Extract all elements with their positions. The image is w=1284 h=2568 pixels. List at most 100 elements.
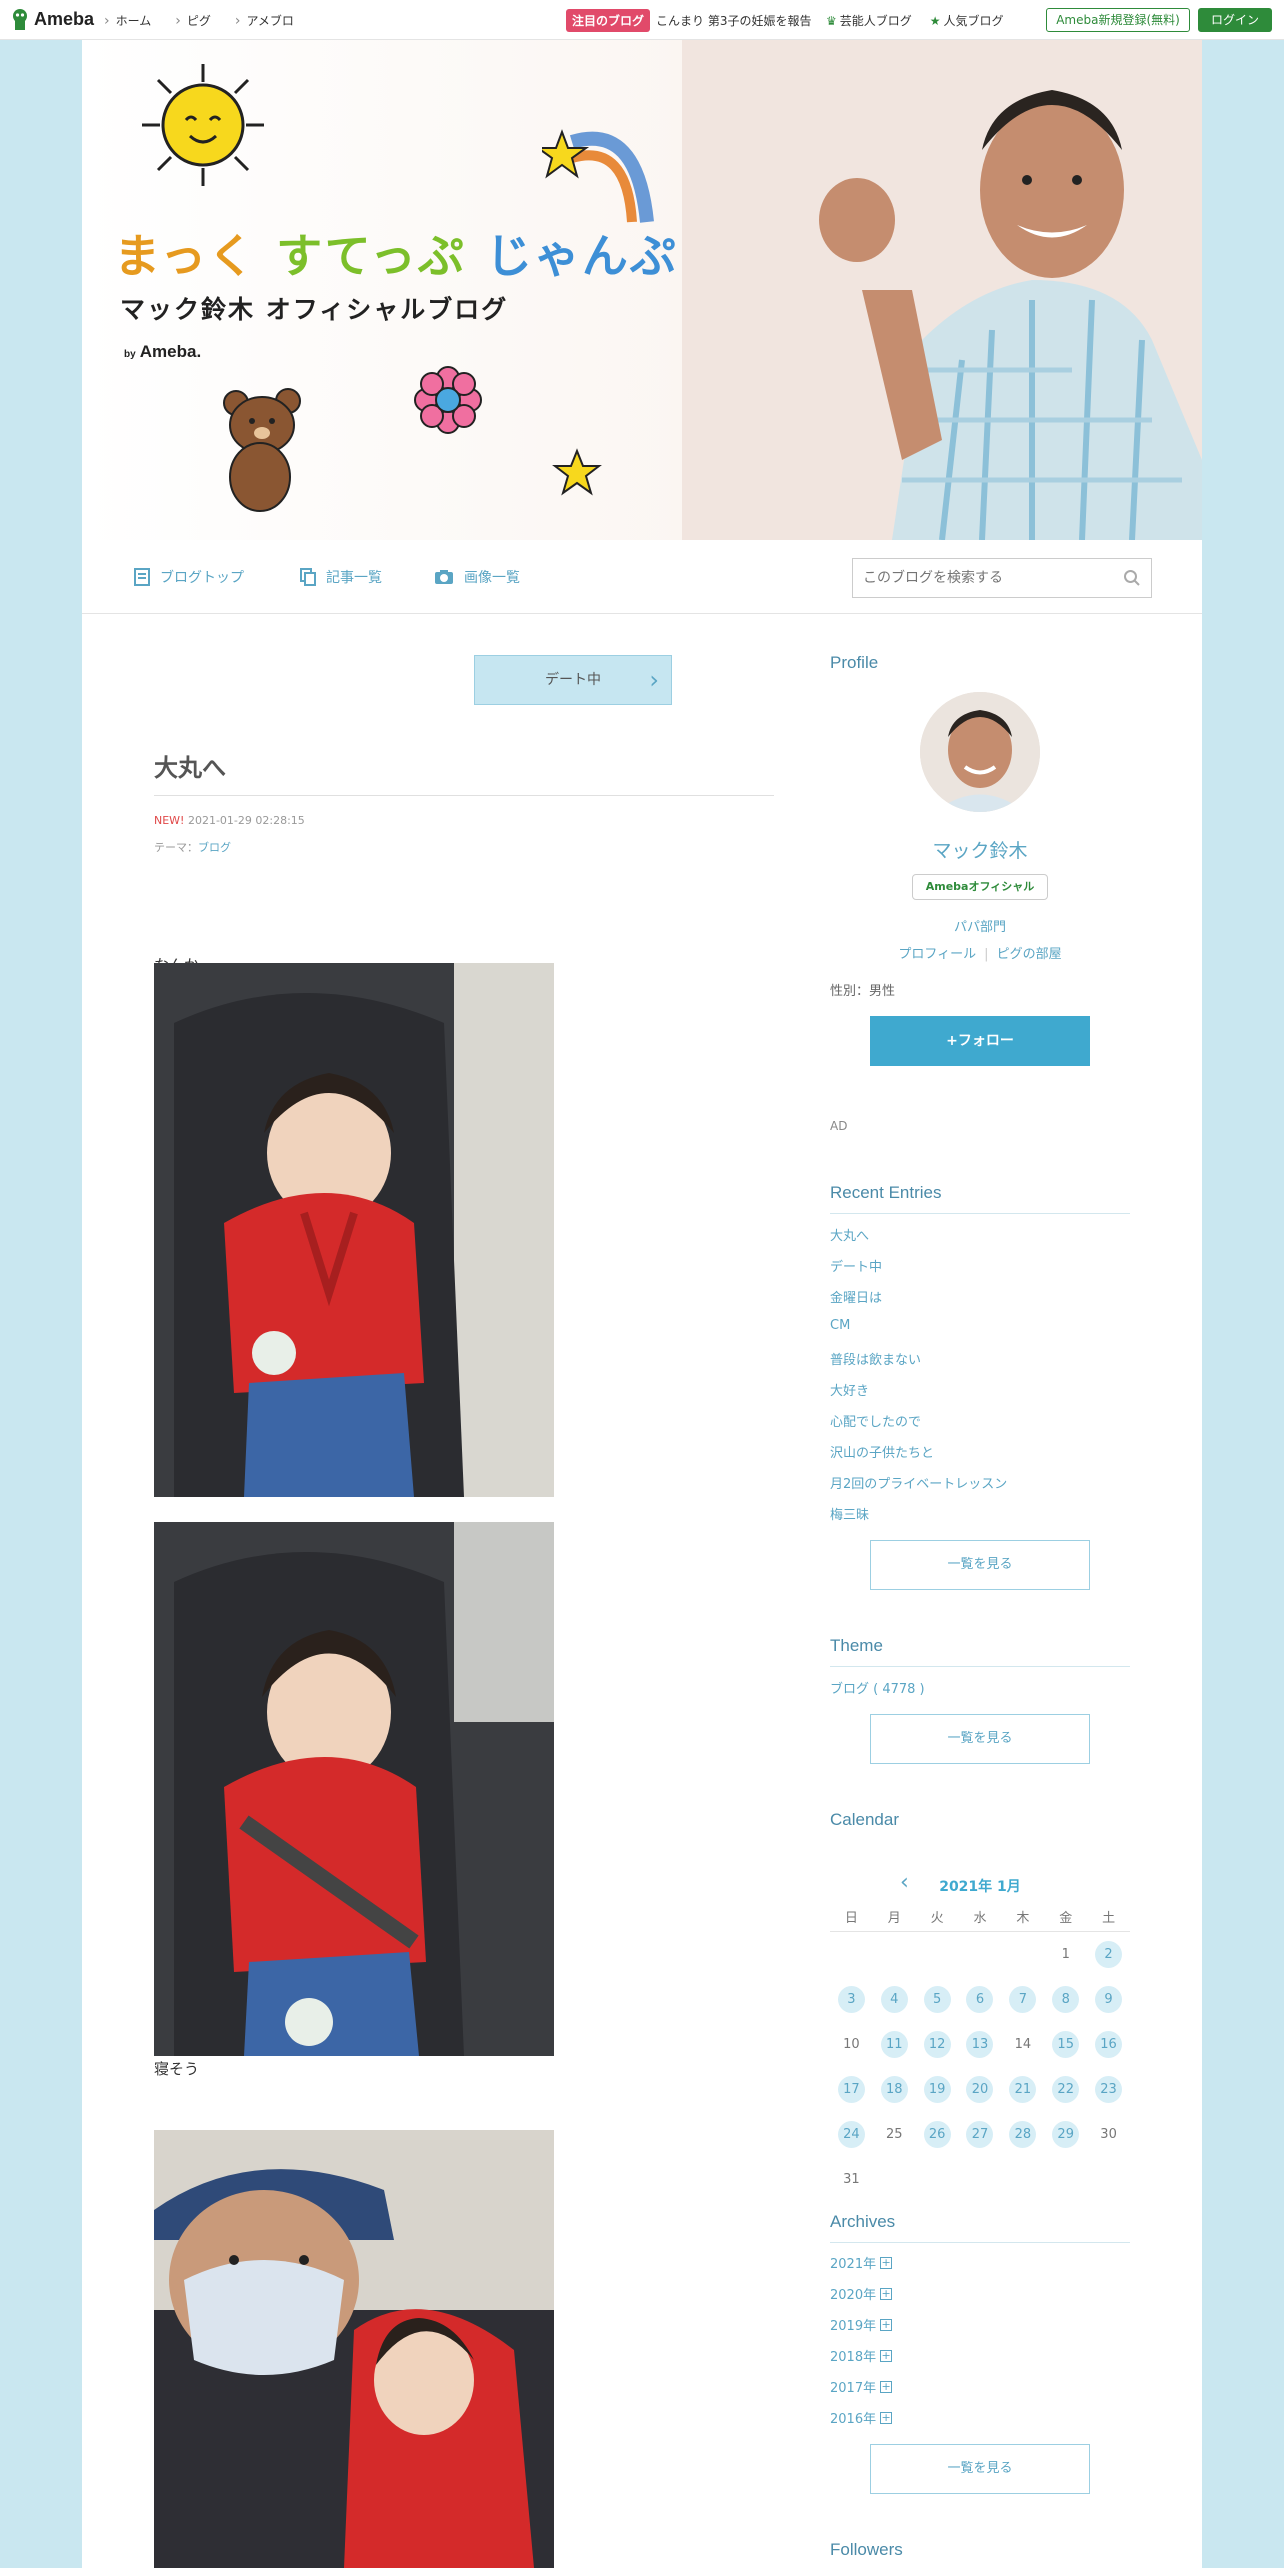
calendar-day-link[interactable]: 6 [966, 1986, 994, 2013]
calendar-day-link[interactable]: 28 [1009, 2121, 1037, 2148]
expand-icon[interactable]: + [880, 2256, 893, 2269]
calendar-day-link[interactable]: 2 [1095, 1941, 1123, 1968]
calendar-day-link[interactable]: 7 [1009, 1986, 1037, 2013]
calendar-day[interactable]: 17 [830, 2076, 873, 2103]
pigg-room-link[interactable]: ピグの部屋 [997, 947, 1062, 962]
nav-pigg[interactable]: ピグ [175, 12, 211, 29]
recent-entry-item[interactable]: 梅三昧 [830, 1504, 1007, 1535]
login-button[interactable]: ログイン [1198, 8, 1272, 32]
calendar-day-link[interactable]: 18 [880, 2076, 908, 2103]
calendar-day-link[interactable]: 13 [966, 2031, 994, 2058]
calendar-day[interactable]: 13 [959, 2031, 1002, 2058]
calendar-day[interactable]: 7 [1001, 1986, 1044, 2013]
expand-icon[interactable]: + [880, 2411, 893, 2424]
calendar-day-link[interactable]: 26 [923, 2121, 951, 2148]
calendar-day-link[interactable]: 21 [1009, 2076, 1037, 2103]
recent-entry-item[interactable]: 月2回のプライベートレッスン [830, 1473, 1007, 1504]
archive-year[interactable]: 2018年 + [830, 2340, 893, 2371]
calendar-day-link[interactable]: 11 [880, 2031, 908, 2058]
calendar-day-link[interactable]: 22 [1052, 2076, 1080, 2103]
featured-link[interactable]: こんまり 第3子の妊娠を報告 [656, 12, 811, 29]
calendar-day[interactable]: 19 [916, 2076, 959, 2103]
calendar-day-link[interactable]: 20 [966, 2076, 994, 2103]
entry-photo-1[interactable] [154, 963, 554, 1497]
recent-entry-item[interactable]: 大好き [830, 1380, 1007, 1411]
calendar-day[interactable]: 15 [1044, 2031, 1087, 2058]
calendar-day[interactable]: 23 [1087, 2076, 1130, 2103]
recent-entry-item[interactable]: 大丸へ [830, 1225, 1007, 1256]
calendar-day[interactable]: 3 [830, 1986, 873, 2013]
calendar-day-link[interactable]: 17 [837, 2076, 865, 2103]
expand-icon[interactable]: + [880, 2287, 893, 2300]
profile-link[interactable]: プロフィール [898, 947, 976, 962]
calendar-day-link[interactable]: 3 [837, 1986, 865, 2013]
nav-ameblo[interactable]: アメブロ [235, 12, 293, 29]
archive-year[interactable]: 2016年 + [830, 2402, 893, 2433]
calendar-day-link[interactable]: 15 [1052, 2031, 1080, 2058]
expand-icon[interactable]: + [880, 2318, 893, 2331]
calendar-day[interactable]: 12 [916, 2031, 959, 2058]
entry-title[interactable]: 大丸へ [154, 748, 226, 783]
calendar-day-link[interactable]: 16 [1095, 2031, 1123, 2058]
blog-search-input[interactable] [853, 559, 1093, 597]
recent-entry-item[interactable]: 心配でしたので [830, 1411, 1007, 1442]
archive-year[interactable]: 2019年 + [830, 2309, 893, 2340]
calendar-day-link[interactable]: 29 [1052, 2121, 1080, 2148]
blog-header-banner[interactable]: まっく すてっぷ じゃんぷ マック鈴木 オフィシャルブログ by Ameba. [82, 40, 1202, 540]
profile-avatar[interactable] [920, 692, 1040, 812]
calendar-day[interactable]: 6 [959, 1986, 1002, 2013]
calendar-day[interactable]: 29 [1044, 2121, 1087, 2148]
calendar-day[interactable]: 5 [916, 1986, 959, 2013]
archive-year[interactable]: 2017年 + [830, 2371, 893, 2402]
expand-icon[interactable]: + [880, 2349, 893, 2362]
prev-entry-button[interactable]: デート中 › [474, 655, 672, 705]
recent-more-button[interactable]: 一覧を見る [870, 1540, 1090, 1590]
profile-name[interactable]: マック鈴木 [830, 836, 1130, 863]
ameba-logo[interactable]: Ameba [10, 7, 94, 31]
calendar-day[interactable]: 2 [1087, 1941, 1130, 1968]
calendar-day[interactable]: 18 [873, 2076, 916, 2103]
archives-more-button[interactable]: 一覧を見る [870, 2444, 1090, 2494]
featured-blog[interactable]: 注目のブログ こんまり 第3子の妊娠を報告 [566, 9, 811, 32]
popular-blog-link[interactable]: ★ 人気ブログ [930, 12, 1004, 29]
calendar-day-link[interactable]: 9 [1095, 1986, 1123, 2013]
recent-entry-item[interactable]: 普段は飲まない [830, 1349, 1007, 1380]
calendar-day-link[interactable]: 5 [923, 1986, 951, 2013]
recent-entry-item[interactable]: デート中 [830, 1256, 1007, 1287]
follow-button[interactable]: +フォロー [870, 1016, 1090, 1066]
calendar-day[interactable]: 21 [1001, 2076, 1044, 2103]
calendar-day[interactable]: 4 [873, 1986, 916, 2013]
calendar-day[interactable]: 26 [916, 2121, 959, 2148]
archive-year[interactable]: 2020年 + [830, 2278, 893, 2309]
calendar-day[interactable]: 24 [830, 2121, 873, 2148]
calendar-day[interactable]: 16 [1087, 2031, 1130, 2058]
calendar-day[interactable]: 8 [1044, 1986, 1087, 2013]
recent-entry-item[interactable]: CM [830, 1318, 1007, 1349]
register-button[interactable]: Ameba新規登録(無料) [1046, 8, 1190, 32]
nav-entry-list[interactable]: 記事一覧 [300, 567, 382, 587]
entry-photo-3[interactable] [154, 2130, 554, 2568]
calendar-day-link[interactable]: 23 [1095, 2076, 1123, 2103]
calendar-day[interactable]: 9 [1087, 1986, 1130, 2013]
calendar-day[interactable]: 11 [873, 2031, 916, 2058]
nav-home[interactable]: ホーム [104, 12, 152, 29]
calendar-day-link[interactable]: 4 [880, 1986, 908, 2013]
calendar-day-link[interactable]: 12 [923, 2031, 951, 2058]
archive-year[interactable]: 2021年 + [830, 2247, 893, 2278]
calendar-day-link[interactable]: 24 [837, 2121, 865, 2148]
calendar-day[interactable]: 28 [1001, 2121, 1044, 2148]
theme-item[interactable]: ブログ ( 4778 ) [830, 1678, 925, 1697]
recent-entry-item[interactable]: 沢山の子供たちと [830, 1442, 1007, 1473]
celeb-blog-link[interactable]: ♛ 芸能人ブログ [826, 12, 912, 29]
calendar-day-link[interactable]: 8 [1052, 1986, 1080, 2013]
calendar-day-link[interactable]: 27 [966, 2121, 994, 2148]
calendar-day-link[interactable]: 19 [923, 2076, 951, 2103]
calendar-day[interactable]: 22 [1044, 2076, 1087, 2103]
official-badge[interactable]: Amebaオフィシャル [912, 874, 1048, 900]
entry-theme-link[interactable]: ブログ [198, 841, 231, 854]
expand-icon[interactable]: + [880, 2380, 893, 2393]
nav-blog-top[interactable]: ブログトップ [134, 567, 244, 587]
profile-category[interactable]: パパ部門 [830, 916, 1130, 935]
theme-more-button[interactable]: 一覧を見る [870, 1714, 1090, 1764]
calendar-day[interactable]: 20 [959, 2076, 1002, 2103]
